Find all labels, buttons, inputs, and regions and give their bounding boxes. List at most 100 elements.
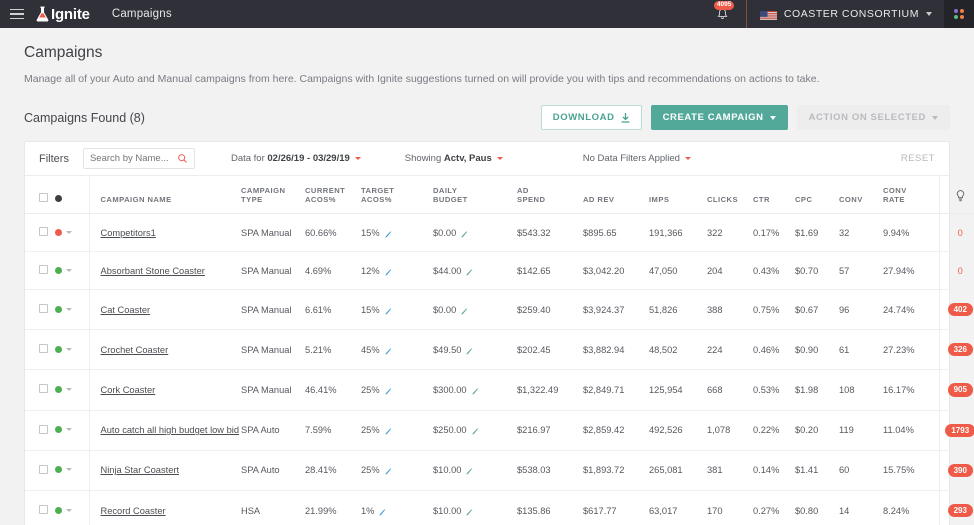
- action-on-selected-button[interactable]: ACTION ON SELECTED: [796, 105, 950, 130]
- campaign-name-link[interactable]: Absorbant Stone Coaster: [101, 266, 205, 276]
- conv-rate-header[interactable]: CONV RATE: [883, 176, 939, 214]
- row-status-cell: [55, 410, 89, 451]
- status-filter[interactable]: Showing Actv, Paus: [405, 153, 503, 164]
- conv-cell: 96: [839, 289, 883, 331]
- current-acos-header[interactable]: CURRENT ACOS%: [305, 176, 361, 214]
- create-campaign-button[interactable]: CREATE CAMPAIGN: [650, 105, 788, 130]
- ad-rev-header[interactable]: AD REV: [583, 176, 649, 214]
- search-icon: [178, 154, 187, 163]
- reset-filters-button[interactable]: RESET: [901, 153, 935, 164]
- campaign-name-link[interactable]: Cork Coaster: [101, 385, 156, 395]
- clicks-cell: 224: [707, 329, 753, 371]
- status-dropdown[interactable]: [55, 426, 72, 434]
- suggestions-badge[interactable]: 293: [947, 503, 973, 518]
- notifications-button[interactable]: 4095: [700, 0, 746, 28]
- campaign-name-link[interactable]: Cat Coaster: [101, 305, 151, 315]
- edit-icon[interactable]: [385, 230, 392, 238]
- row-status-cell: [55, 289, 89, 331]
- row-checkbox[interactable]: [39, 227, 48, 236]
- suggestions-badge[interactable]: 402: [947, 303, 973, 317]
- imps-cell: 48,502: [649, 329, 707, 371]
- table-row: Competitors1 SPA Manual 60.66% 15% $0.00 $543…: [25, 213, 974, 252]
- data-filter[interactable]: No Data Filters Applied: [583, 153, 691, 164]
- edit-icon[interactable]: [466, 268, 473, 276]
- daily-budget-header[interactable]: DAILY BUDGET: [433, 176, 517, 214]
- status-dropdown[interactable]: [55, 266, 72, 274]
- status-dropdown[interactable]: [55, 228, 72, 236]
- ad-spend-cell: $202.45: [517, 329, 583, 371]
- suggestions-badge[interactable]: 326: [947, 343, 973, 357]
- row-checkbox[interactable]: [39, 424, 48, 434]
- edit-icon[interactable]: [385, 347, 392, 355]
- edit-icon[interactable]: [385, 268, 392, 276]
- edit-icon[interactable]: [466, 508, 473, 516]
- edit-icon[interactable]: [472, 387, 479, 395]
- edit-icon[interactable]: [461, 230, 468, 238]
- chevron-down-icon: [926, 12, 932, 16]
- suggestions-badge[interactable]: 390: [947, 463, 973, 477]
- current-acos-header-line2: ACOS%: [305, 195, 336, 204]
- daily-budget-cell: $49.50: [433, 329, 517, 371]
- campaign-name-link[interactable]: Auto catch all high budget low bid: [101, 425, 240, 435]
- cpc-header[interactable]: CPC: [795, 176, 839, 214]
- campaigns-found-label: Campaigns Found (8): [24, 110, 145, 125]
- row-checkbox[interactable]: [39, 344, 48, 354]
- campaign-name-link[interactable]: Ninja Star Coastert: [101, 465, 180, 475]
- edit-icon[interactable]: [466, 467, 473, 475]
- suggestions-badge[interactable]: 1793: [945, 423, 974, 437]
- clicks-header[interactable]: CLICKS: [707, 176, 753, 214]
- ctr-cell: 0.46%: [753, 329, 795, 371]
- search-campaign-box[interactable]: [82, 148, 195, 169]
- ad-spend-header[interactable]: AD SPEND: [517, 176, 583, 214]
- brand-name: Ignite: [51, 5, 90, 23]
- campaign-name-link[interactable]: Competitors1: [101, 228, 156, 238]
- conv-header[interactable]: CONV: [839, 176, 883, 214]
- status-dropdown[interactable]: [55, 305, 72, 313]
- nav-link-campaigns[interactable]: Campaigns: [112, 8, 172, 20]
- chevron-down-icon: [66, 428, 72, 432]
- imps-header[interactable]: IMPS: [649, 176, 707, 214]
- suggestions-header: [938, 176, 974, 214]
- suggestions-badge[interactable]: 905: [947, 383, 973, 397]
- campaign-name-header[interactable]: CAMPAIGN NAME: [88, 176, 241, 214]
- status-dropdown[interactable]: [55, 385, 72, 393]
- current-acos-cell: 6.61%: [305, 289, 361, 331]
- target-acos-header[interactable]: TARGET ACOS%: [361, 176, 433, 214]
- campaign-name-link[interactable]: Crochet Coaster: [101, 345, 169, 355]
- conv-cell: 57: [839, 251, 883, 290]
- edit-icon[interactable]: [472, 427, 479, 435]
- status-dropdown[interactable]: [55, 466, 72, 474]
- edit-icon[interactable]: [385, 307, 392, 315]
- campaign-type-cell: SPA Auto: [241, 450, 305, 491]
- campaign-type-header[interactable]: CAMPAIGN TYPE: [241, 176, 305, 214]
- ctr-header[interactable]: CTR: [753, 176, 795, 214]
- status-dropdown[interactable]: [55, 345, 72, 353]
- account-selector[interactable]: COASTER CONSORTIUM: [747, 0, 944, 28]
- search-input[interactable]: [89, 153, 174, 164]
- hamburger-menu-icon[interactable]: [0, 8, 34, 20]
- status-header: [55, 176, 89, 214]
- select-all-checkbox[interactable]: [39, 193, 48, 202]
- row-checkbox[interactable]: [39, 265, 48, 274]
- edit-icon[interactable]: [461, 307, 468, 315]
- campaign-type-cell: SPA Manual: [241, 289, 305, 331]
- edit-icon[interactable]: [466, 347, 473, 355]
- row-checkbox[interactable]: [39, 464, 48, 474]
- edit-icon[interactable]: [385, 387, 392, 395]
- edit-icon[interactable]: [385, 467, 392, 475]
- cpc-cell: $1.69: [795, 213, 839, 252]
- current-acos-header-line1: CURRENT: [305, 186, 346, 195]
- app-switcher-button[interactable]: [944, 0, 974, 28]
- table-row: Absorbant Stone Coaster SPA Manual 4.69% 12…: [25, 251, 974, 290]
- brand-logo[interactable]: Ignite: [36, 6, 90, 23]
- campaign-name-link[interactable]: Record Coaster: [101, 506, 166, 516]
- date-range-filter[interactable]: Data for 02/26/19 - 03/29/19: [231, 153, 361, 164]
- row-checkbox[interactable]: [39, 304, 48, 314]
- status-dropdown[interactable]: [55, 506, 72, 514]
- row-checkbox[interactable]: [39, 384, 48, 394]
- download-button[interactable]: DOWNLOAD: [540, 105, 642, 130]
- row-status-cell: [55, 213, 89, 252]
- row-checkbox[interactable]: [39, 505, 48, 515]
- edit-icon[interactable]: [379, 508, 386, 516]
- edit-icon[interactable]: [385, 427, 392, 435]
